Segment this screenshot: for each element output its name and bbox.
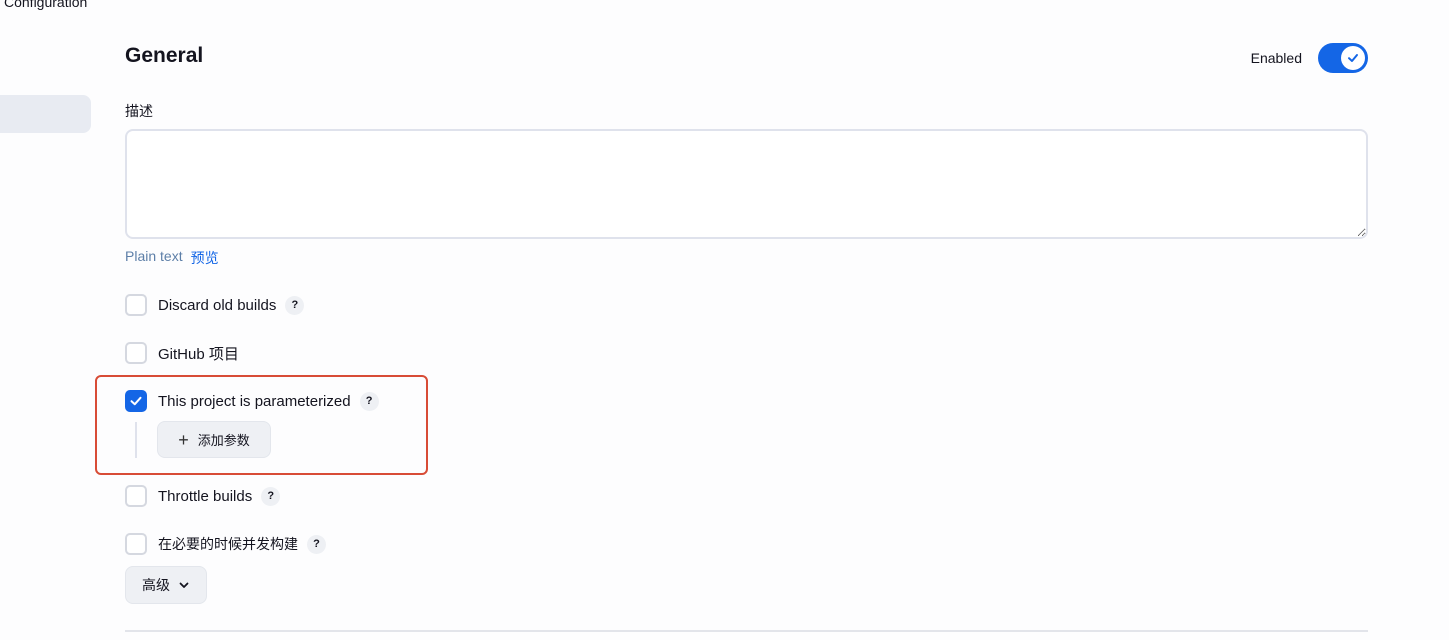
throttle-builds-label[interactable]: Throttle builds	[158, 488, 252, 505]
nested-indent-line	[135, 422, 137, 458]
enabled-label: Enabled	[1250, 50, 1302, 66]
parameterized-checkbox[interactable]	[125, 390, 147, 412]
check-icon	[1348, 54, 1358, 62]
plus-icon: +	[178, 429, 189, 450]
enabled-toggle[interactable]	[1318, 43, 1368, 73]
page-title: Configuration	[4, 0, 88, 10]
concurrent-builds-checkbox[interactable]	[125, 533, 147, 555]
add-parameter-label: 添加参数	[197, 433, 250, 448]
option-parameterized: This project is parameterized ?	[125, 390, 379, 412]
section-title-general: General	[125, 44, 204, 67]
description-format-links: Plain text 预览	[125, 248, 219, 268]
plain-text-label: Plain text	[125, 248, 183, 264]
parameterized-label[interactable]: This project is parameterized	[158, 393, 351, 410]
discard-old-builds-checkbox[interactable]	[125, 294, 147, 316]
option-github-project: GitHub 项目	[125, 342, 239, 364]
add-parameter-button[interactable]: + 添加参数	[157, 421, 271, 458]
advanced-label: 高级	[142, 577, 170, 593]
toggle-knob	[1341, 46, 1365, 70]
github-project-checkbox[interactable]	[125, 342, 147, 364]
advanced-button[interactable]: 高级	[125, 566, 207, 604]
preview-link[interactable]: 预览	[191, 248, 219, 268]
option-discard-old-builds: Discard old builds ?	[125, 294, 305, 316]
help-icon[interactable]: ?	[285, 295, 305, 315]
section-divider	[125, 630, 1368, 632]
description-label: 描述	[125, 103, 153, 119]
throttle-builds-checkbox[interactable]	[125, 485, 147, 507]
help-icon[interactable]: ?	[359, 391, 379, 411]
concurrent-builds-label[interactable]: 在必要的时候并发构建	[158, 534, 298, 554]
option-throttle-builds: Throttle builds ?	[125, 485, 281, 507]
chevron-down-icon	[179, 582, 189, 588]
sidebar-item-general[interactable]	[0, 95, 91, 133]
discard-old-builds-label[interactable]: Discard old builds	[158, 297, 276, 314]
help-icon[interactable]: ?	[261, 486, 281, 506]
option-concurrent-builds: 在必要的时候并发构建 ?	[125, 533, 326, 555]
description-textarea[interactable]	[125, 129, 1368, 239]
enabled-control: Enabled	[1251, 43, 1368, 73]
github-project-label[interactable]: GitHub 项目	[158, 343, 239, 364]
checkmark-icon	[130, 396, 142, 406]
help-icon[interactable]: ?	[307, 534, 326, 554]
